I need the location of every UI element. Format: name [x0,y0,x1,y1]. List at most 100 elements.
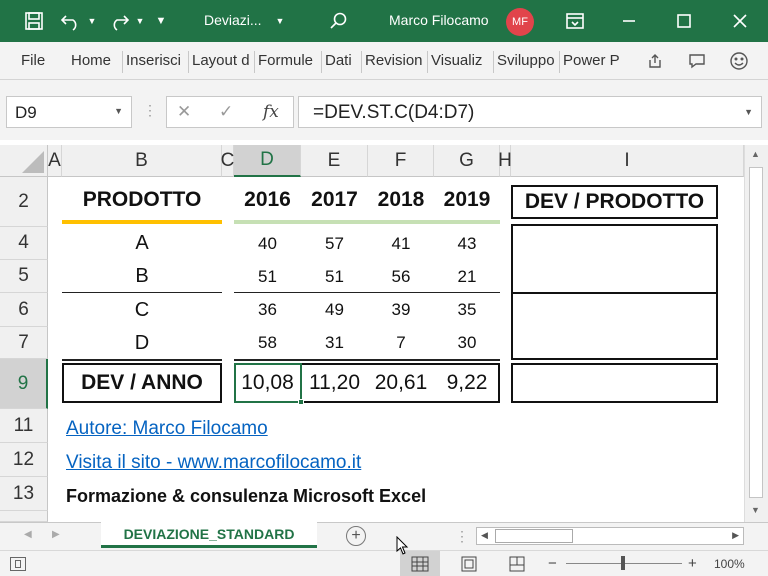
search-icon[interactable] [326,0,352,42]
sheet-tab-deviazione-standard[interactable]: DEVIAZIONE_STANDARD [101,522,317,548]
tab-dati[interactable]: Dati [325,52,361,69]
column-header-a[interactable]: A [48,145,62,177]
column-header-e[interactable]: E [301,145,368,177]
scroll-right-icon[interactable]: ▶ [732,530,739,541]
select-all-corner[interactable] [0,145,48,177]
author-link[interactable]: Autore: Marco Filocamo [66,418,268,440]
dev-value-2016[interactable]: 10,08 [234,363,301,403]
value-cell[interactable]: 7 [368,327,434,359]
product-name[interactable]: D [62,327,222,359]
name-box[interactable]: D9 ▼ [6,96,132,128]
column-header-b[interactable]: B [62,145,222,177]
ribbon-display-icon[interactable] [562,0,588,42]
next-sheet-icon[interactable]: ▶ [52,529,60,540]
row-header-2[interactable]: 2 [0,177,48,227]
value-cell[interactable]: 36 [234,293,301,327]
dev-value-2019[interactable]: 9,22 [434,363,500,403]
value-cell[interactable]: 40 [234,227,301,260]
value-cell[interactable]: 41 [368,227,434,260]
formula-input[interactable]: =DEV.ST.C(D4:D7) ▼ [298,96,762,128]
value-cell[interactable]: 57 [301,227,368,260]
header-year-2019[interactable]: 2019 [434,182,500,218]
cancel-icon[interactable]: ✕ [177,102,191,122]
redo-dropdown-icon[interactable]: ▼ [134,0,146,42]
horizontal-scrollbar[interactable]: ◀ ▶ [476,527,744,545]
tab-revisione[interactable]: Revision [365,52,427,69]
column-header-h[interactable]: H [498,145,512,177]
tab-sviluppo[interactable]: Sviluppo [497,52,559,69]
customize-toolbar-icon[interactable]: ▼ [152,0,170,42]
product-name[interactable]: C [62,293,222,327]
value-cell[interactable]: 39 [368,293,434,327]
zoom-out-icon[interactable]: − [548,555,557,572]
tab-inserisci[interactable]: Inserisci [126,52,188,69]
row-header-7[interactable]: 7 [0,327,48,359]
dev-value-2017[interactable]: 11,20 [301,363,368,403]
row-header-partial[interactable] [0,511,48,522]
dev-total-box[interactable] [511,363,718,403]
save-icon[interactable] [20,0,48,42]
page-layout-view-icon[interactable] [456,551,482,576]
dev-value-2018[interactable]: 20,61 [368,363,434,403]
tab-file[interactable]: File [21,52,51,69]
close-icon[interactable] [727,0,753,42]
tab-home[interactable]: Home [71,52,121,69]
undo-icon[interactable] [56,0,86,42]
insert-function-icon[interactable]: fx [263,102,279,122]
worksheet-grid[interactable]: A B C D E F G H I 2 4 5 6 7 9 11 12 13 P… [0,140,768,522]
scroll-left-icon[interactable]: ◀ [481,530,488,541]
undo-dropdown-icon[interactable]: ▼ [86,0,98,42]
chevron-down-icon[interactable]: ▼ [114,106,123,116]
tab-visualizza[interactable]: Visualiz [431,52,493,69]
value-cell[interactable]: 31 [301,327,368,359]
row-header-13[interactable]: 13 [0,477,48,511]
macro-record-icon[interactable] [10,557,26,571]
row-header-12[interactable]: 12 [0,443,48,477]
value-cell[interactable]: 51 [234,260,301,293]
row-header-6[interactable]: 6 [0,293,48,327]
scroll-thumb[interactable] [749,167,763,498]
header-year-2017[interactable]: 2017 [301,182,368,218]
scroll-down-icon[interactable]: ▼ [751,505,760,515]
title-dropdown-icon[interactable]: ▼ [270,0,290,42]
tab-splitter-icon[interactable]: ⋮ [455,528,469,545]
header-dev-prodotto[interactable]: DEV / PRODOTTO [511,185,718,219]
redo-icon[interactable] [104,0,134,42]
value-cell[interactable]: 56 [368,260,434,293]
value-cell[interactable]: 21 [434,260,500,293]
dev-prodotto-box[interactable] [511,292,718,360]
maximize-icon[interactable] [671,0,697,42]
value-cell[interactable]: 58 [234,327,301,359]
value-cell[interactable]: 51 [301,260,368,293]
header-prodotto[interactable]: PRODOTTO [62,182,222,218]
row-header-5[interactable]: 5 [0,260,48,293]
share-icon[interactable] [641,48,669,74]
dev-anno-label[interactable]: DEV / ANNO [62,363,222,403]
site-link[interactable]: Visita il sito - www.marcofilocamo.it [66,452,361,474]
enter-icon[interactable]: ✓ [219,102,233,122]
value-cell[interactable]: 30 [434,327,500,359]
zoom-in-icon[interactable]: + [688,555,697,572]
tab-power-pivot[interactable]: Power P [563,52,625,69]
scroll-thumb[interactable] [495,529,573,543]
row-header-11[interactable]: 11 [0,409,48,443]
column-header-i[interactable]: I [511,145,744,177]
value-cell[interactable]: 35 [434,293,500,327]
header-year-2016[interactable]: 2016 [234,182,301,218]
zoom-level[interactable]: 100% [714,557,745,571]
column-header-c[interactable]: C [221,145,234,177]
value-cell[interactable]: 43 [434,227,500,260]
expand-formula-icon[interactable]: ▼ [744,107,753,117]
drag-handle-icon[interactable]: ⋮ [143,102,157,119]
product-name[interactable]: A [62,227,222,260]
dev-prodotto-box[interactable] [511,224,718,294]
value-cell[interactable]: 49 [301,293,368,327]
product-name[interactable]: B [62,260,222,293]
header-year-2018[interactable]: 2018 [368,182,434,218]
scroll-up-icon[interactable]: ▲ [751,149,760,159]
row-header-9[interactable]: 9 [0,359,48,409]
page-break-view-icon[interactable] [504,551,530,576]
zoom-slider-thumb[interactable] [621,556,625,570]
tab-formule[interactable]: Formule [258,52,321,69]
prev-sheet-icon[interactable]: ◀ [24,529,32,540]
